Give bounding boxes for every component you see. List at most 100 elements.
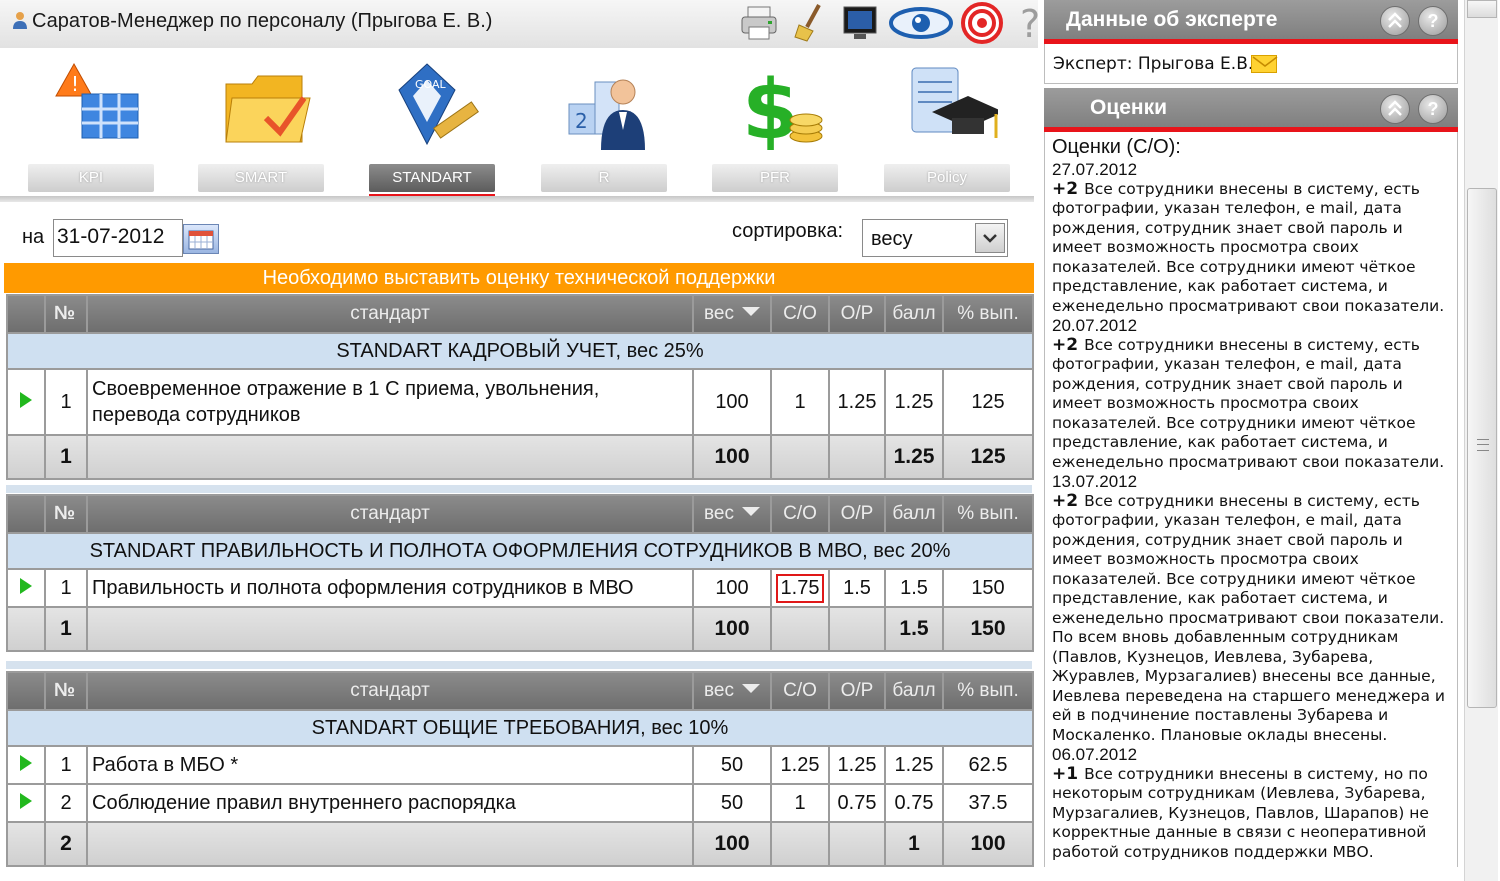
section-divider (6, 485, 1032, 493)
header-weight[interactable]: вес (692, 494, 772, 534)
section-title-row: STANDART ПРАВИЛЬНОСТЬ И ПОЛНОТА ОФОРМЛЕН… (6, 532, 1034, 570)
total-op (828, 434, 886, 480)
total-row: 1 100 1.5 150 (6, 606, 1034, 652)
help-icon[interactable]: ? (1418, 6, 1448, 36)
row-so[interactable]: 1.25 (770, 745, 830, 785)
module-policy[interactable]: Policy (884, 58, 1012, 203)
play-icon[interactable] (20, 792, 32, 809)
monitor-icon[interactable] (838, 2, 882, 44)
module-r[interactable]: 2 R (541, 58, 669, 203)
score-entry: 20.07.2012 +2 Все сотрудники внесены в си… (1052, 316, 1452, 472)
header-standard: стандарт (86, 294, 694, 334)
total-score: 1.25 (884, 434, 944, 480)
chevron-down-icon[interactable] (975, 223, 1005, 253)
entry-score: +2 (1052, 490, 1079, 511)
row-no: 1 (44, 745, 88, 785)
user-icon (13, 12, 27, 29)
scroll-thumb[interactable] (1467, 188, 1497, 708)
table-header: № стандарт вес С/О О/Р балл % вып. (6, 494, 1034, 534)
total-empty (6, 821, 46, 867)
module-pfr[interactable]: $ PFR (712, 58, 840, 203)
target-icon[interactable] (960, 2, 1004, 44)
module-standart-label: STANDART (369, 164, 495, 192)
play-icon[interactable] (20, 577, 32, 594)
eye-icon[interactable] (888, 2, 954, 44)
score-entry: 06.07.2012 +1 Все сотрудники внесены в си… (1052, 745, 1452, 862)
row-pct: 150 (942, 568, 1034, 608)
header-weight-label: вес (704, 503, 734, 524)
broom-icon[interactable] (788, 2, 832, 44)
play-cell[interactable] (6, 568, 46, 608)
header-weight[interactable]: вес (692, 294, 772, 334)
collapse-icon[interactable] (1380, 94, 1410, 124)
header-pct: % вып. (942, 671, 1034, 711)
row-name: Соблюдение правил внутреннего распорядка (86, 783, 694, 823)
header-play (6, 494, 46, 534)
row-weight: 100 (692, 368, 772, 436)
standard-table-2: № стандарт вес С/О О/Р балл % вып. STAND… (6, 494, 1034, 652)
section-title-row: STANDART ОБЩИЕ ТРЕБОВАНИЯ, вес 10% (6, 709, 1034, 747)
entry-date: 20.07.2012 (1052, 316, 1138, 335)
header-standard: стандарт (86, 671, 694, 711)
highlighted-score[interactable]: 1.75 (775, 573, 825, 603)
expert-info: Эксперт: Прыгова Е.В. (1044, 44, 1458, 84)
row-weight: 100 (692, 568, 772, 608)
play-icon[interactable] (20, 391, 32, 408)
toolbar: ? (738, 2, 1054, 44)
notice-banner: Необходимо выставить оценку технической … (4, 263, 1034, 293)
row-so[interactable]: 1 (770, 368, 830, 436)
module-standart[interactable]: GOAL STANDART (369, 58, 497, 203)
header-score: балл (884, 671, 944, 711)
calendar-icon[interactable] (183, 224, 219, 254)
scores-heading: Оценки (С/О): (1052, 136, 1181, 158)
row-so[interactable]: 1 (770, 783, 830, 823)
play-cell[interactable] (6, 745, 46, 785)
total-score: 1.5 (884, 606, 944, 652)
scrollbar[interactable] (1464, 0, 1498, 881)
row-so[interactable]: 1.75 (770, 568, 830, 608)
total-empty (6, 606, 46, 652)
module-smart[interactable]: SMART (198, 58, 326, 203)
header-score: балл (884, 294, 944, 334)
header-op: О/Р (828, 294, 886, 334)
expert-name: Эксперт: Прыгова Е.В. (1053, 54, 1254, 74)
svg-text:2: 2 (575, 109, 588, 133)
section-title: STANDART ОБЩИЕ ТРЕБОВАНИЯ, вес 10% (6, 709, 1034, 747)
module-policy-label: Policy (884, 164, 1010, 192)
play-cell[interactable] (6, 783, 46, 823)
svg-text:$: $ (742, 63, 799, 158)
scroll-up-button[interactable] (1467, 0, 1497, 18)
play-icon[interactable] (20, 754, 32, 771)
module-divider (0, 196, 1034, 202)
total-pct: 150 (942, 606, 1034, 652)
scores-list: Оценки (С/О): 27.07.2012 +2 Все сотрудник… (1044, 132, 1458, 867)
table-row: 2 Соблюдение правил внутреннего распоряд… (6, 783, 1034, 823)
entry-text: Все сотрудники внесены в систему, но по … (1052, 764, 1429, 861)
date-field[interactable]: 31-07-2012 (53, 219, 183, 257)
help-icon[interactable]: ? (1418, 94, 1448, 124)
header-weight-label: вес (704, 303, 734, 324)
collapse-icon[interactable] (1380, 6, 1410, 36)
total-so (770, 606, 830, 652)
total-no: 1 (44, 606, 88, 652)
header-weight[interactable]: вес (692, 671, 772, 711)
row-name: Своевременное отражение в 1 С приема, ув… (86, 368, 694, 436)
header-so: С/О (770, 494, 830, 534)
date-label: на (22, 226, 45, 248)
svg-text:?: ? (1020, 3, 1040, 43)
title-bar: Саратов-Менеджер по персоналу (Прыгова Е… (0, 0, 1040, 48)
entry-text: Все сотрудники внесены в систему, есть ф… (1052, 491, 1445, 744)
header-no: № (44, 494, 88, 534)
header-play (6, 294, 46, 334)
header-so: С/О (770, 671, 830, 711)
play-cell[interactable] (6, 368, 46, 436)
header-op: О/Р (828, 494, 886, 534)
total-pct: 125 (942, 434, 1034, 480)
folder-icon (225, 75, 311, 143)
sort-select[interactable]: весу (862, 219, 1008, 257)
module-kpi[interactable]: ! KPI (28, 58, 156, 203)
scores-panel-header: Оценки ? (1044, 88, 1458, 132)
side-panel: Данные об эксперте ? Эксперт: Прыгова Е.… (1044, 0, 1462, 881)
printer-icon[interactable] (738, 2, 782, 44)
mail-icon[interactable] (1251, 55, 1278, 73)
